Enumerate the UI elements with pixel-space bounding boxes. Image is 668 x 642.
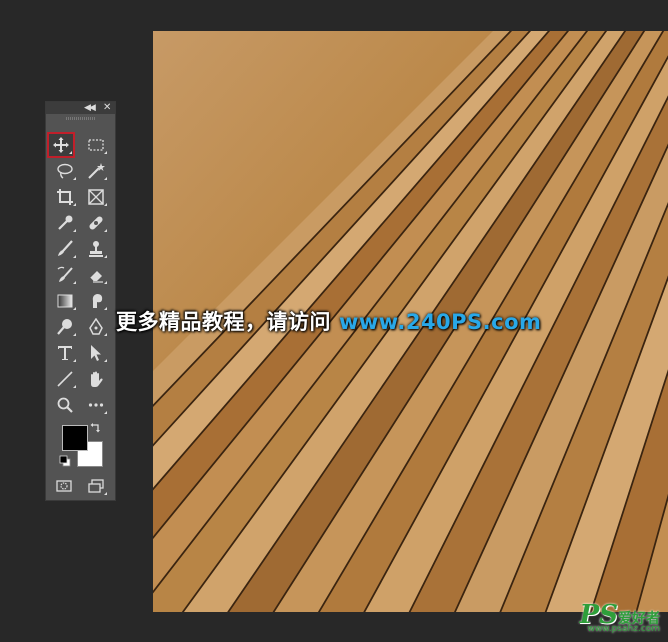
watermark-banner: 更多精品教程，请访问 www.240PS.com bbox=[116, 306, 541, 336]
logo-url-text: www.psahz.com bbox=[587, 624, 660, 634]
quick-mask-icon bbox=[56, 480, 72, 492]
lasso-tool-button[interactable] bbox=[53, 160, 77, 182]
site-logo: PS爱好者 www.psahz.com bbox=[580, 600, 660, 634]
eraser-icon bbox=[89, 271, 103, 283]
dodge-tool-button[interactable] bbox=[53, 316, 77, 338]
crop-tool-button[interactable] bbox=[53, 186, 77, 208]
brush-tool-button[interactable] bbox=[53, 238, 77, 260]
zoom-tool-button[interactable] bbox=[53, 394, 77, 416]
hand-tool-button[interactable] bbox=[84, 368, 108, 390]
crop-icon bbox=[57, 189, 73, 205]
quick-mask-button[interactable] bbox=[52, 475, 76, 497]
screen-mode-button[interactable] bbox=[84, 475, 108, 497]
bandage-icon bbox=[89, 216, 103, 230]
magic-wand-tool-button[interactable] bbox=[84, 160, 108, 182]
move-tool-button[interactable] bbox=[47, 132, 75, 158]
dodge-icon bbox=[57, 319, 72, 335]
frame-icon bbox=[88, 189, 104, 205]
eraser-tool-button[interactable] bbox=[84, 264, 108, 286]
rectangular-marquee-icon bbox=[88, 139, 104, 151]
pen-icon bbox=[89, 318, 103, 335]
move-icon bbox=[53, 137, 69, 153]
watermark-text: 更多精品教程，请访问 bbox=[116, 310, 331, 334]
line-icon bbox=[57, 371, 73, 387]
tools-panel-header[interactable]: ◀◀ ✕ bbox=[46, 102, 115, 114]
lasso-icon bbox=[57, 163, 73, 179]
clone-stamp-tool-button[interactable] bbox=[84, 238, 108, 260]
screen-mode-icon bbox=[88, 479, 104, 493]
pen-tool-button[interactable] bbox=[84, 316, 108, 338]
path-selection-tool-button[interactable] bbox=[84, 342, 108, 364]
close-icon[interactable]: ✕ bbox=[103, 102, 111, 114]
more-tools-button[interactable] bbox=[84, 394, 108, 416]
magnifier-icon bbox=[57, 397, 73, 413]
magic-wand-icon bbox=[88, 163, 105, 179]
frame-tool-button[interactable] bbox=[84, 186, 108, 208]
panel-grip[interactable] bbox=[66, 117, 96, 120]
eyedropper-tool-button[interactable] bbox=[53, 212, 77, 234]
smudge-tool-button[interactable] bbox=[84, 290, 108, 312]
eyedropper-icon bbox=[58, 215, 73, 230]
default-colors-icon[interactable] bbox=[59, 455, 71, 467]
swap-colors-icon[interactable] bbox=[90, 422, 102, 434]
smudge-icon bbox=[92, 294, 103, 308]
type-tool-button[interactable] bbox=[53, 342, 77, 364]
marquee-tool-button[interactable] bbox=[84, 134, 108, 156]
watermark-url: www.240PS.com bbox=[339, 310, 542, 334]
history-brush-tool-button[interactable] bbox=[53, 264, 77, 286]
line-tool-button[interactable] bbox=[53, 368, 77, 390]
gradient-tool-button[interactable] bbox=[53, 290, 77, 312]
foreground-color-swatch[interactable] bbox=[62, 425, 88, 451]
tools-panel[interactable]: ◀◀ ✕ bbox=[45, 101, 116, 501]
hand-icon bbox=[91, 371, 103, 387]
double-chevron-left-icon[interactable]: ◀◀ bbox=[84, 102, 96, 114]
arrow-pointer-icon bbox=[91, 345, 101, 361]
history-brush-icon bbox=[57, 266, 73, 282]
brush-icon bbox=[58, 240, 73, 256]
healing-brush-tool-button[interactable] bbox=[84, 212, 108, 234]
ellipsis-icon bbox=[88, 403, 104, 407]
gradient-icon bbox=[57, 294, 73, 308]
stamp-icon bbox=[89, 241, 103, 257]
type-icon bbox=[58, 346, 72, 360]
